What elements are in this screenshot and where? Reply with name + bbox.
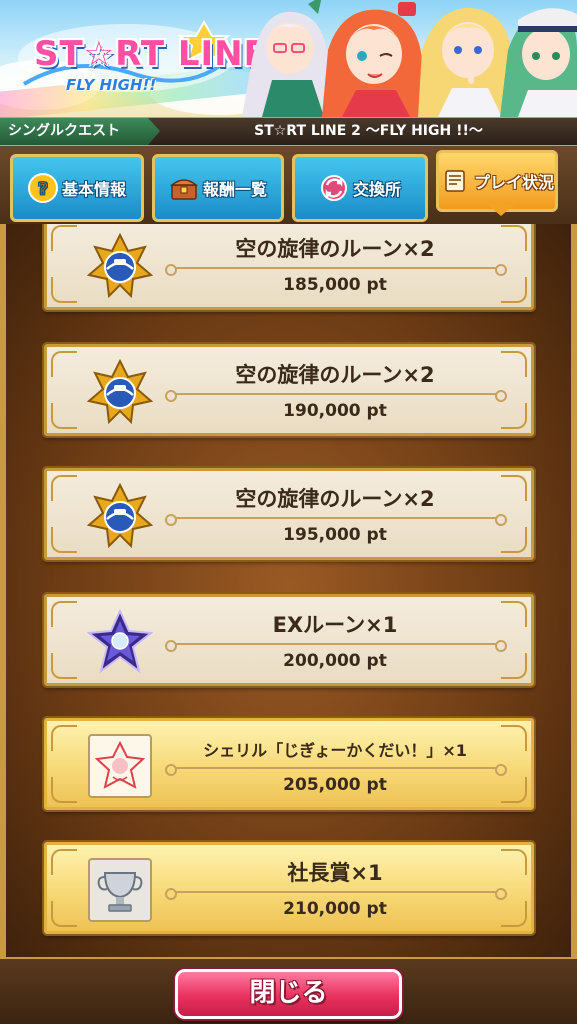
- active-tab-pointer: [487, 204, 515, 216]
- tab-label: 基本情報: [61, 180, 126, 199]
- tab-play-status[interactable]: プレイ状況: [436, 150, 558, 212]
- sky-rune-medal-icon: [85, 357, 155, 427]
- reward-card: 空の旋律のルーン×2 190,000 pt: [44, 344, 534, 436]
- quest-title-bar: シングルクエスト ST☆RT LINE 2 〜FLY HIGH !!〜: [0, 117, 577, 146]
- tab-label: 報酬一覧: [202, 180, 267, 199]
- reward-points: 200,000 pt: [283, 651, 387, 671]
- reward-points: 210,000 pt: [283, 899, 387, 919]
- tab-basic-info[interactable]: ? 基本情報: [10, 154, 144, 222]
- reward-card: 空の旋律のルーン×2 195,000 pt: [44, 468, 534, 560]
- exchange-icon: [319, 173, 349, 203]
- tab-reward-list[interactable]: 報酬一覧: [152, 154, 284, 222]
- reward-name: 空の旋律のルーン×2: [235, 363, 435, 387]
- reward-card: 社長賞×1 210,000 pt: [44, 842, 534, 934]
- reward-card: EXルーン×1 200,000 pt: [44, 594, 534, 686]
- reward-points: 190,000 pt: [283, 401, 387, 421]
- close-button[interactable]: 閉じる: [175, 969, 402, 1019]
- svg-text:?: ?: [38, 179, 47, 198]
- event-logo: ST☆RT LINE 2 FLY HIGH!!: [14, 14, 304, 102]
- trophy-icon: [85, 855, 155, 925]
- logo-subtitle: FLY HIGH!!: [66, 76, 157, 94]
- scroll-icon: [440, 166, 470, 196]
- stamp-card-icon: [85, 731, 155, 801]
- reward-name: 空の旋律のルーン×2: [235, 487, 435, 511]
- reward-points: 185,000 pt: [283, 275, 387, 295]
- reward-name: シェリル「じぎょーかくだい！」×1: [203, 741, 467, 760]
- treasure-chest-icon: [169, 173, 199, 203]
- character-illustrations: [232, 0, 577, 117]
- sky-rune-medal-icon: [85, 481, 155, 551]
- reward-name: 社長賞×1: [287, 861, 383, 885]
- event-banner: ST☆RT LINE 2 FLY HIGH!!: [0, 0, 577, 117]
- reward-points: 205,000 pt: [283, 775, 387, 795]
- reward-card: 空の旋律のルーン×2 185,000 pt: [44, 224, 534, 310]
- tab-exchange[interactable]: 交換所: [292, 154, 428, 222]
- tab-label: プレイ状況: [473, 173, 554, 192]
- quest-title: ST☆RT LINE 2 〜FLY HIGH !!〜: [254, 123, 483, 139]
- tab-label: 交換所: [352, 180, 401, 199]
- reward-card: シェリル「じぎょーかくだい！」×1 205,000 pt: [44, 718, 534, 810]
- reward-list[interactable]: 空の旋律のルーン×2 185,000 pt 空の旋律のルーン×2 190,000…: [0, 224, 577, 957]
- reward-points: 195,000 pt: [283, 525, 387, 545]
- reward-name: 空の旋律のルーン×2: [235, 237, 435, 261]
- ex-rune-star-icon: [85, 607, 155, 677]
- footer: 閉じる: [0, 957, 577, 1024]
- question-icon: ?: [27, 173, 58, 203]
- sky-rune-medal-icon: [85, 231, 155, 301]
- quest-type-label: シングルクエスト: [0, 118, 160, 145]
- reward-name: EXルーン×1: [272, 613, 398, 637]
